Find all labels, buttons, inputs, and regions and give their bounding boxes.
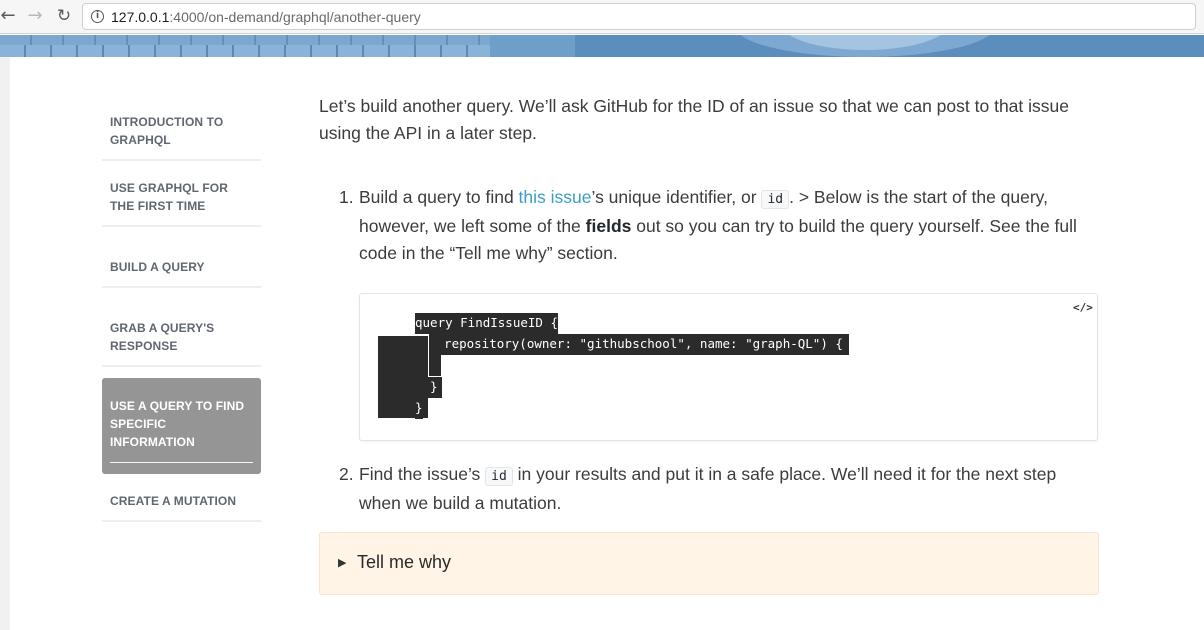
sidebar-item-label: CREATE A MUTATION	[110, 494, 237, 508]
sidebar-item-create-a-mutation[interactable]: CREATE A MUTATION	[102, 474, 261, 522]
sidebar-item-grab-a-querys-response[interactable]: GRAB A QUERY'S RESPONSE	[102, 288, 261, 367]
info-icon[interactable]: i	[91, 10, 104, 23]
bold-fields: fields	[585, 216, 632, 236]
code-line: }	[415, 398, 423, 419]
address-bar[interactable]: i 127.0.0.1:4000/on-demand/graphql/anoth…	[82, 3, 1196, 30]
url-text[interactable]: 127.0.0.1:4000/on-demand/graphql/another…	[111, 9, 421, 25]
left-gutter	[0, 57, 10, 630]
inline-code-id: id	[761, 190, 790, 209]
course-sidebar: INTRODUCTION TO GRAPHQL USE GRAPHQL FOR …	[102, 95, 261, 522]
code-line	[429, 355, 441, 376]
step-text: Build a query to find	[359, 187, 519, 207]
hero-banner	[0, 35, 1204, 57]
code-line: }	[415, 377, 442, 398]
sidebar-item-use-a-query-to-find-specific-information[interactable]: USE A QUERY TO FIND SPECIFIC INFORMATION	[102, 378, 261, 474]
forward-arrow-icon[interactable]: →	[24, 6, 46, 28]
reload-icon[interactable]: ↻	[53, 6, 75, 28]
code-line: repository(owner: "githubschool", name: …	[429, 334, 849, 355]
disclosure-triangle-icon[interactable]: ▶	[338, 556, 346, 569]
back-arrow-icon[interactable]: ←	[0, 6, 19, 28]
step-text: ’s unique identifier, or	[591, 187, 762, 207]
code-view-icon[interactable]: </>	[1073, 301, 1093, 317]
step-number: 2.	[339, 464, 354, 484]
this-issue-link[interactable]: this issue	[519, 187, 592, 207]
browser-toolbar: ← → ↻ i 127.0.0.1:4000/on-demand/graphql…	[0, 0, 1204, 34]
intro-paragraph: Let’s build another query. We’ll ask Git…	[319, 96, 1069, 143]
steps-list: 1. Build a query to find this issue’s un…	[319, 184, 1099, 517]
active-underline	[110, 462, 253, 463]
url-path: :4000/on-demand/graphql/another-query	[169, 9, 421, 25]
tell-me-why-details[interactable]: ▶ Tell me why	[319, 532, 1099, 595]
step-text: Find the issue’s	[359, 464, 486, 484]
code-line: query FindIssueID {	[415, 313, 558, 334]
sidebar-item-label: BUILD A QUERY	[110, 260, 205, 274]
sidebar-item-label: GRAB A QUERY'S RESPONSE	[110, 321, 215, 353]
inline-code-id: id	[485, 467, 513, 486]
code-block[interactable]: </> query FindIssueID { repository(owner…	[359, 293, 1098, 441]
lesson-content: Let’s build another query. We’ll ask Git…	[319, 93, 1099, 517]
details-summary[interactable]: Tell me why	[357, 552, 451, 573]
sidebar-item-use-graphql-first-time[interactable]: USE GRAPHQL FOR THE FIRST TIME	[102, 161, 261, 227]
sidebar-item-label: INTRODUCTION TO GRAPHQL	[110, 115, 224, 147]
hero-keyboard-keys	[0, 45, 490, 57]
sidebar-item-label: USE GRAPHQL FOR THE FIRST TIME	[110, 181, 228, 213]
step-1: 1. Build a query to find this issue’s un…	[319, 184, 1099, 267]
sidebar-item-label: USE A QUERY TO FIND SPECIFIC INFORMATION	[110, 399, 245, 449]
url-host: 127.0.0.1	[111, 9, 170, 25]
step-number: 1.	[339, 187, 354, 207]
sidebar-item-introduction-to-graphql[interactable]: INTRODUCTION TO GRAPHQL	[102, 95, 261, 161]
sidebar-item-build-a-query[interactable]: BUILD A QUERY	[102, 227, 261, 288]
step-2: 2. Find the issue’s id in your results a…	[319, 461, 1099, 517]
